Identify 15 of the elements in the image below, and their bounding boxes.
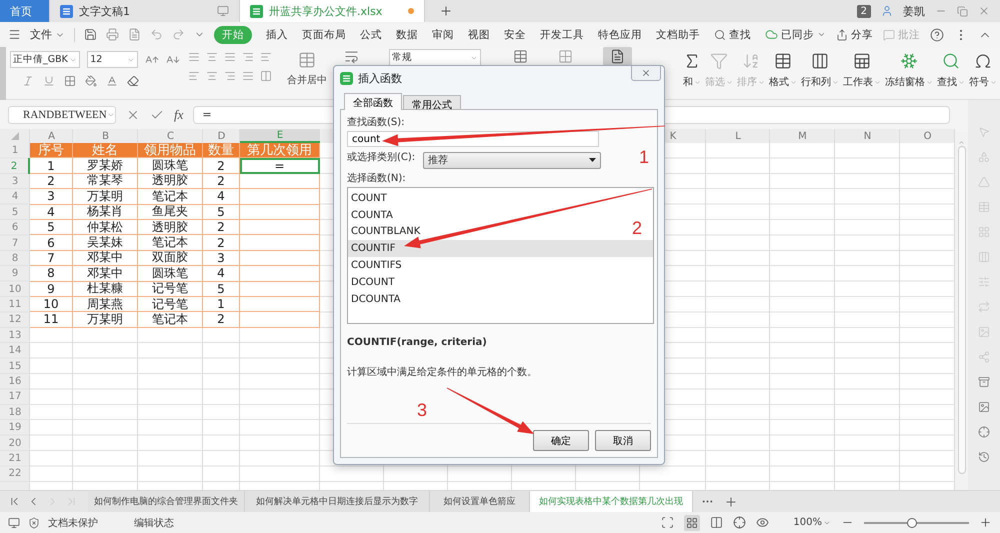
column-title: 姓名 [73, 143, 138, 158]
column-title: 领用物品 [138, 143, 203, 158]
column-title: 数量 [203, 143, 240, 158]
edit-status: 编辑状态 [134, 516, 174, 530]
field-label: 或选择类别(C): [347, 151, 416, 164]
annotation-number: 2 [632, 218, 642, 239]
function-signature: COUNTIF(range, criteria) [347, 337, 488, 348]
annotation-number: 3 [417, 400, 428, 421]
annotation-number: 1 [639, 147, 650, 168]
function-description: 计算区域中满足给定条件的单元格的个数。 [347, 366, 538, 379]
column-title: 第几次领用 [240, 143, 320, 158]
field-label: 选择函数(N): [347, 172, 406, 185]
dialog-title: 插入函数 [358, 70, 402, 86]
field-label: 查找函数(S): [347, 116, 405, 129]
column-title: 序号 [30, 143, 73, 158]
